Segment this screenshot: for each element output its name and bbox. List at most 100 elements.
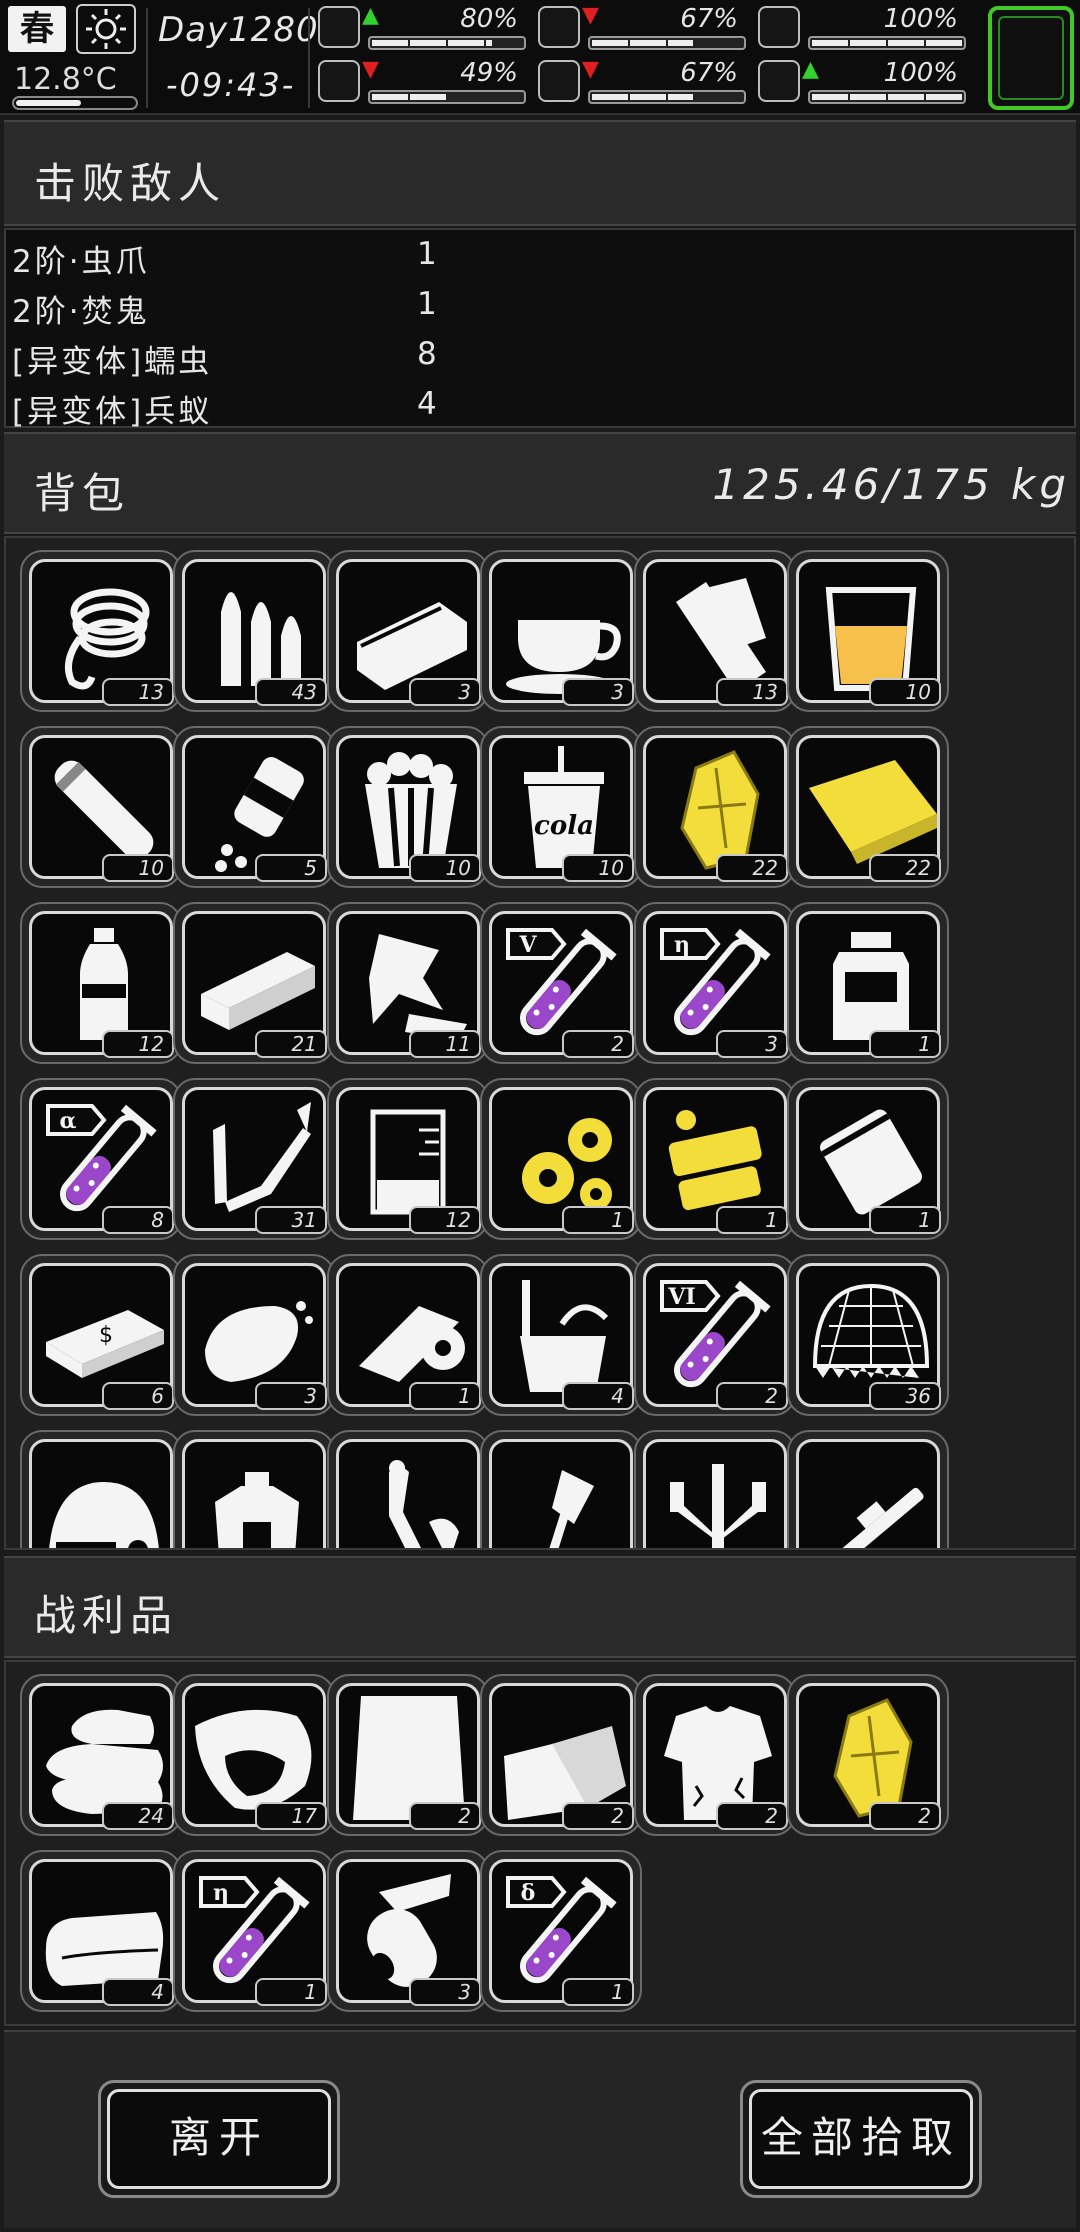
item-slot[interactable]: $6 xyxy=(20,1254,182,1416)
stat-hunger: ▼ 67% xyxy=(538,4,752,52)
item-quantity: 31 xyxy=(255,1206,327,1234)
item-slot[interactable]: α8 xyxy=(20,1078,182,1240)
item-slot[interactable]: 22 xyxy=(787,726,949,888)
item-slot[interactable]: 5 xyxy=(173,726,335,888)
item-slot[interactable]: 10 xyxy=(327,726,489,888)
item-slot[interactable]: cola 10 xyxy=(480,726,642,888)
stat-mood: ▲ 100% xyxy=(758,58,972,106)
item-quantity: 3 xyxy=(716,1030,788,1058)
trend-down-icon: ▼ xyxy=(362,57,379,82)
stat-bar xyxy=(588,36,746,50)
item-slot[interactable]: 17 xyxy=(173,1674,335,1836)
item-slot[interactable]: VI 2 xyxy=(634,1254,796,1416)
item-slot[interactable]: 3 xyxy=(327,550,489,712)
season-indicator: 春 xyxy=(8,6,66,52)
item-quantity: 3 xyxy=(562,678,634,706)
item-slot[interactable] xyxy=(327,1430,489,1548)
backpack-grid[interactable]: 13 43 3 3 13 10 10 5 10 cola 10 22 22 12 21 11 V2 η31 α… xyxy=(4,536,1076,1550)
item-slot[interactable]: 12 xyxy=(20,902,182,1064)
item-slot[interactable] xyxy=(20,1430,182,1548)
stat-bar xyxy=(808,90,966,104)
enemy-row: 2阶·虫爪 1 xyxy=(12,230,612,280)
item-quantity: 2 xyxy=(716,1382,788,1410)
trend-down-icon: ▼ xyxy=(582,57,599,82)
item-slot[interactable]: 31 xyxy=(173,1078,335,1240)
item-slot[interactable] xyxy=(173,1430,335,1548)
leave-button[interactable]: 离开 xyxy=(98,2080,340,2198)
item-quantity: 10 xyxy=(562,854,634,882)
item-slot[interactable]: 2 xyxy=(787,1674,949,1836)
item-slot[interactable]: V2 xyxy=(480,902,642,1064)
backpack-weight: 125.46/175 kg xyxy=(712,460,1070,509)
item-slot[interactable]: 24 xyxy=(20,1674,182,1836)
trend-up-icon: ▲ xyxy=(802,57,819,82)
rifle-icon xyxy=(796,1439,940,1548)
item-slot[interactable]: 13 xyxy=(20,550,182,712)
item-slot[interactable]: 22 xyxy=(634,726,796,888)
enemy-row: [异变体]蠕虫 8 xyxy=(12,330,612,380)
take-all-button[interactable]: 全部拾取 xyxy=(740,2080,982,2198)
item-slot[interactable]: 11 xyxy=(327,902,489,1064)
tripod-icon xyxy=(643,1439,787,1548)
item-quantity: 22 xyxy=(716,854,788,882)
stat-bar xyxy=(368,90,526,104)
loot-grid[interactable]: 24 17 2 2 2 2 4 η13 δ1 xyxy=(4,1660,1076,2026)
item-slot[interactable]: 4 xyxy=(20,1850,182,2012)
axe-icon xyxy=(489,1439,633,1548)
item-slot[interactable]: 1 xyxy=(787,902,949,1064)
item-slot[interactable] xyxy=(634,1430,796,1548)
item-slot[interactable]: 3 xyxy=(173,1254,335,1416)
item-slot[interactable]: 2 xyxy=(327,1674,489,1836)
stat-value: 100% xyxy=(883,4,958,34)
enemy-count: 4 xyxy=(417,386,440,422)
item-slot[interactable]: 36 xyxy=(787,1254,949,1416)
stat-bar xyxy=(368,36,526,50)
item-slot[interactable] xyxy=(787,1430,949,1548)
stat-value: 67% xyxy=(680,4,738,34)
take-all-button-label: 全部拾取 xyxy=(749,2089,973,2189)
item-slot[interactable]: 12 xyxy=(327,1078,489,1240)
item-slot[interactable]: 10 xyxy=(787,550,949,712)
trend-up-icon: ▲ xyxy=(362,3,379,28)
backpack-header: 背包 125.46/175 kg xyxy=(4,432,1076,534)
item-slot[interactable]: 3 xyxy=(327,1850,489,2012)
loot-header: 战利品 xyxy=(4,1556,1076,1658)
item-slot[interactable]: 1 xyxy=(787,1078,949,1240)
svg-text:η: η xyxy=(213,1880,229,1906)
stomach-icon xyxy=(538,6,580,48)
item-slot[interactable]: 2 xyxy=(634,1674,796,1836)
item-quantity: 12 xyxy=(102,1030,174,1058)
stat-value: 49% xyxy=(460,58,518,88)
item-slot[interactable]: 10 xyxy=(20,726,182,888)
creature-icon xyxy=(336,1439,480,1548)
game-clock: -09:43- xyxy=(166,66,296,104)
item-quantity: 22 xyxy=(869,854,941,882)
item-slot[interactable]: 21 xyxy=(173,902,335,1064)
item-quantity: 3 xyxy=(409,678,481,706)
item-slot[interactable]: δ1 xyxy=(480,1850,642,2012)
item-slot[interactable] xyxy=(480,1430,642,1548)
item-quantity: 2 xyxy=(562,1802,634,1830)
enemy-count: 1 xyxy=(417,286,440,322)
temperature-value: 12.8°C xyxy=(14,62,117,97)
item-slot[interactable]: 43 xyxy=(173,550,335,712)
map-button[interactable] xyxy=(988,6,1074,110)
item-slot[interactable]: 1 xyxy=(634,1078,796,1240)
backpack-title: 背包 xyxy=(34,469,131,518)
stat-value: 80% xyxy=(460,4,518,34)
item-slot[interactable]: η3 xyxy=(634,902,796,1064)
item-slot[interactable]: 13 xyxy=(634,550,796,712)
item-slot[interactable]: 2 xyxy=(480,1674,642,1836)
item-slot[interactable]: 3 xyxy=(480,550,642,712)
item-quantity: 12 xyxy=(409,1206,481,1234)
item-slot[interactable]: 1 xyxy=(480,1078,642,1240)
item-slot[interactable]: η1 xyxy=(173,1850,335,2012)
item-quantity: 1 xyxy=(562,1978,634,2006)
item-slot[interactable]: 4 xyxy=(480,1254,642,1416)
enemy-row: [异变体]兵蚁 4 xyxy=(12,380,612,430)
item-quantity: 1 xyxy=(562,1206,634,1234)
item-quantity: 17 xyxy=(255,1802,327,1830)
item-quantity: 5 xyxy=(255,854,327,882)
item-slot[interactable]: 1 xyxy=(327,1254,489,1416)
enemy-name: [异变体]蠕虫 xyxy=(12,344,213,380)
